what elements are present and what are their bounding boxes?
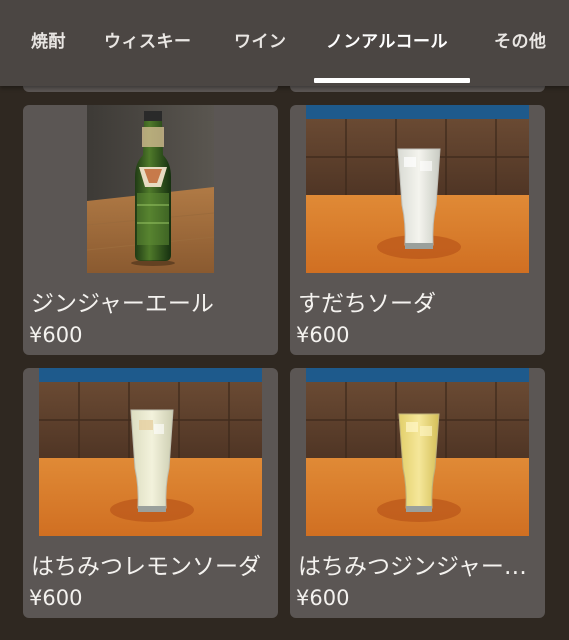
product-price: ¥600 bbox=[29, 323, 83, 347]
sudachi-soda-glass-photo bbox=[306, 105, 529, 273]
product-card-honey-lemon-soda[interactable]: はちみつレモンソーダ ¥600 bbox=[23, 368, 278, 618]
tab-shochu[interactable]: 焼酎 bbox=[31, 28, 66, 56]
product-price: ¥600 bbox=[296, 323, 350, 347]
tab-wine[interactable]: ワイン bbox=[234, 28, 287, 56]
product-name: はちみつレモンソーダ bbox=[31, 554, 261, 580]
tab-non-alcohol[interactable]: ノンアルコール bbox=[326, 28, 448, 56]
product-card-honey-ginger-soda[interactable]: はちみつジンジャーソーダ ¥600 bbox=[290, 368, 545, 618]
tab-others[interactable]: その他 bbox=[494, 28, 547, 56]
product-name: ジンジャーエール bbox=[31, 291, 214, 317]
category-tab-bar: 焼酎 ウィスキー ワイン ノンアルコール その他 bbox=[0, 0, 569, 86]
product-price: ¥600 bbox=[296, 586, 350, 610]
tab-whisky[interactable]: ウィスキー bbox=[104, 28, 192, 56]
ginger-ale-bottle-photo bbox=[87, 105, 214, 273]
product-card-sudachi-soda[interactable]: すだちソーダ ¥600 bbox=[290, 105, 545, 355]
honey-lemon-soda-glass-photo bbox=[39, 368, 262, 536]
honey-ginger-soda-glass-photo bbox=[306, 368, 529, 536]
product-name: はちみつジンジャーソーダ bbox=[298, 554, 540, 580]
product-price: ¥600 bbox=[29, 586, 83, 610]
product-name: すだちソーダ bbox=[298, 291, 436, 317]
product-card-ginger-ale[interactable]: ジンジャーエール ¥600 bbox=[23, 105, 278, 355]
active-tab-indicator bbox=[314, 78, 470, 83]
